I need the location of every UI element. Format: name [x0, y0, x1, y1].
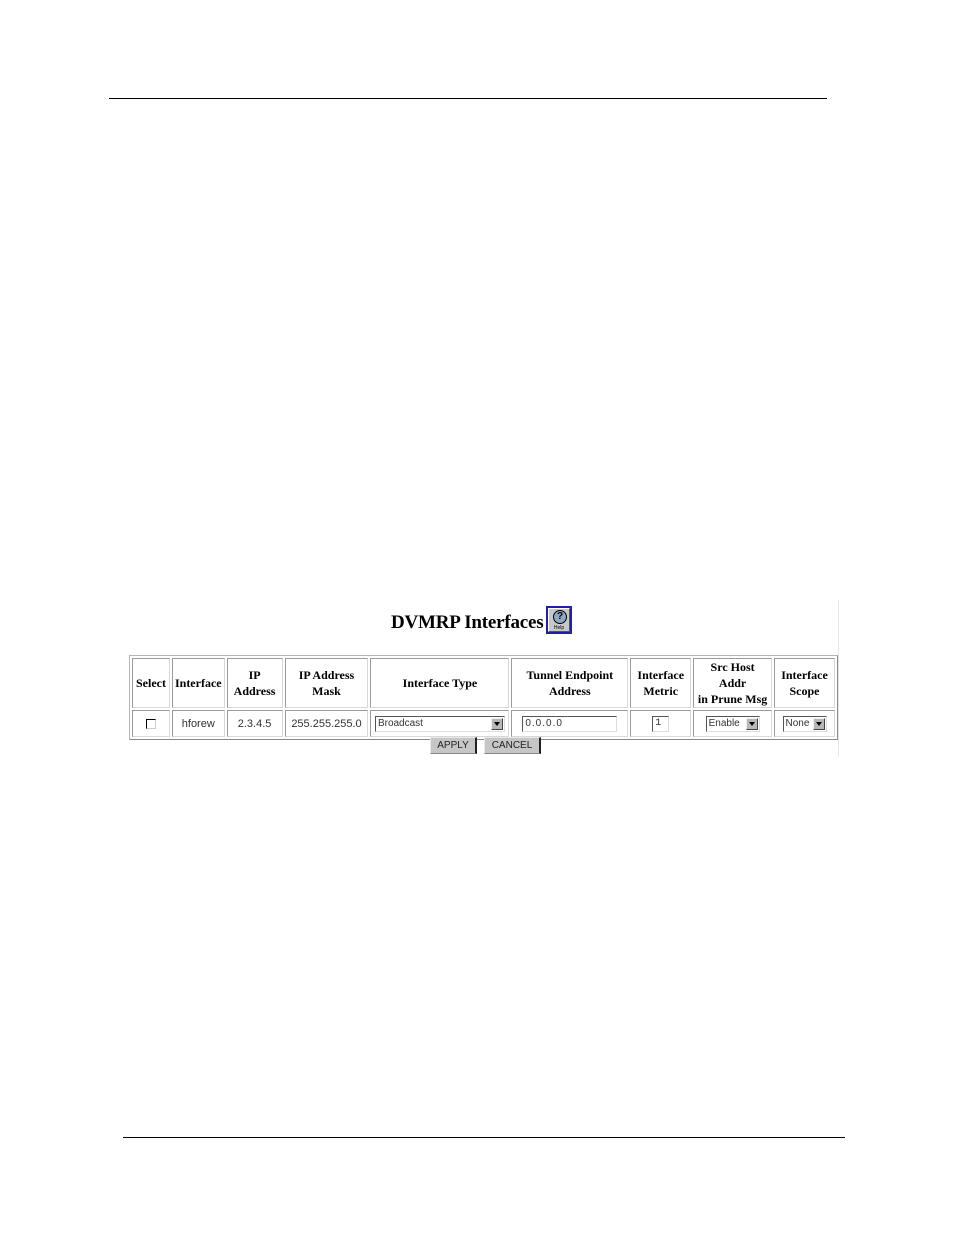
chevron-down-icon[interactable]	[490, 717, 503, 730]
src-host-addr-cell: Enable	[693, 710, 773, 737]
select-cell	[132, 710, 170, 737]
interface-metric-cell: 1	[630, 710, 692, 737]
title-bar: DVMRP Interfaces ? Help	[128, 604, 838, 640]
chevron-down-icon[interactable]	[812, 717, 825, 730]
tunnel-endpoint-address-input[interactable]: 0.0.0.0	[522, 715, 618, 732]
action-buttons: APPLY CANCEL	[128, 737, 838, 755]
interface-cell: hforew	[171, 710, 225, 737]
chevron-down-icon[interactable]	[745, 717, 758, 730]
src-host-addr-value: Enable	[708, 718, 740, 729]
interface-scope-cell: None	[774, 710, 835, 737]
interface-scope-select[interactable]: None	[782, 715, 827, 732]
dvmrp-interfaces-screen: DVMRP Interfaces ? Help Select Interface…	[128, 600, 839, 757]
tunnel-endpoint-cell: 0.0.0.0	[511, 710, 629, 737]
page-footer-rule	[123, 1137, 845, 1138]
column-header-select: Select	[132, 658, 170, 708]
interface-type-value: Broadcast	[377, 718, 423, 729]
interface-metric-input[interactable]: 1	[652, 715, 670, 732]
table-header-row: Select Interface IP Address IP Address M…	[132, 658, 835, 708]
ip-address-cell: 2.3.4.5	[226, 710, 283, 737]
interface-type-select[interactable]: Broadcast	[374, 715, 505, 732]
dvmrp-interfaces-table: Select Interface IP Address IP Address M…	[129, 655, 838, 740]
question-mark-icon: ?	[553, 610, 567, 624]
table-row: hforew 2.3.4.5 255.255.255.0 Broadcast 0…	[132, 710, 835, 737]
src-host-addr-select[interactable]: Enable	[705, 715, 760, 732]
apply-button[interactable]: APPLY	[430, 737, 477, 754]
column-header-interface-type: Interface Type	[370, 658, 510, 708]
help-button-label: Help	[553, 625, 565, 631]
column-header-ip-address: IP Address	[226, 658, 283, 708]
page-header-rule	[109, 98, 827, 99]
select-checkbox[interactable]	[145, 718, 156, 729]
help-button[interactable]: ? Help	[546, 606, 572, 634]
column-header-interface-scope: Interface Scope	[774, 658, 835, 708]
interface-scope-value: None	[785, 718, 810, 729]
ip-address-mask-cell: 255.255.255.0	[284, 710, 369, 737]
column-header-interface-metric: Interface Metric	[630, 658, 692, 708]
column-header-tunnel-endpoint-address: Tunnel Endpoint Address	[511, 658, 629, 708]
interface-type-cell: Broadcast	[370, 710, 510, 737]
cancel-button[interactable]: CANCEL	[484, 737, 541, 754]
page-title: DVMRP Interfaces	[391, 612, 544, 633]
column-header-interface: Interface	[171, 658, 225, 708]
column-header-ip-address-mask: IP Address Mask	[284, 658, 369, 708]
column-header-src-host-addr: Src Host Addr in Prune Msg	[693, 658, 773, 708]
